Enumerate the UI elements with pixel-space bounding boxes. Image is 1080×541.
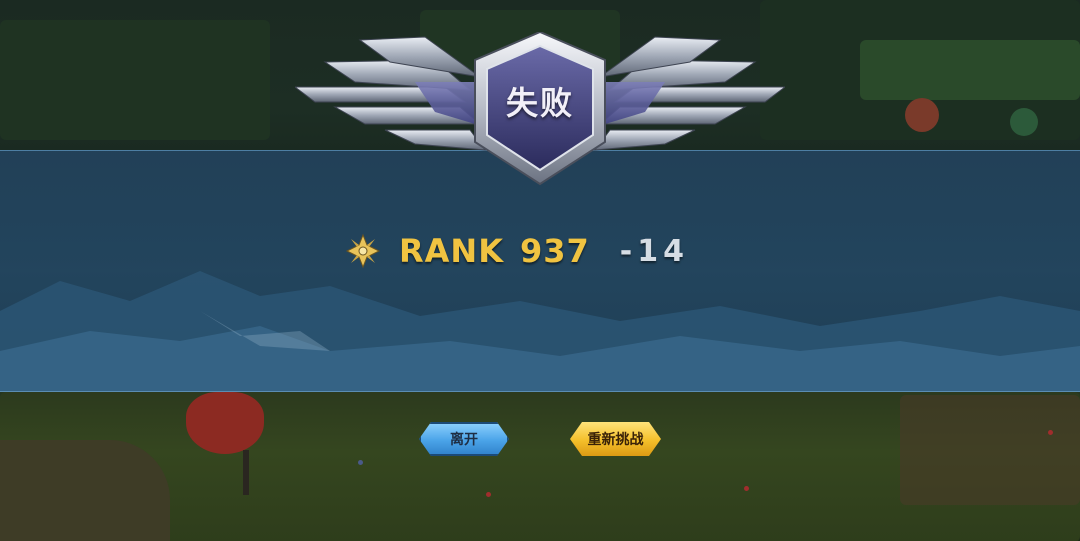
- terrain-block: [0, 20, 270, 140]
- tree-trunk: [243, 450, 249, 495]
- rank-value: 937: [519, 232, 590, 270]
- result-title: 失败: [505, 84, 574, 122]
- terrain-rock: [0, 440, 170, 541]
- flower: [486, 492, 491, 497]
- rank-delta: -14: [619, 233, 689, 269]
- retry-button[interactable]: 重新挑战: [570, 422, 661, 456]
- leave-button[interactable]: 离开: [419, 422, 509, 456]
- rank-label: RANK: [399, 232, 504, 270]
- fence-structure: [900, 395, 1080, 505]
- flower: [358, 460, 363, 465]
- tree: [1010, 108, 1038, 136]
- tree: [905, 98, 939, 132]
- flower: [1048, 430, 1053, 435]
- rank-cross-icon: [345, 233, 381, 269]
- defeat-emblem: 失败: [293, 30, 787, 188]
- tree: [186, 392, 264, 454]
- rank-summary: RANK 937 -14: [345, 230, 689, 272]
- flower: [744, 486, 749, 491]
- terrain-block: [860, 40, 1080, 100]
